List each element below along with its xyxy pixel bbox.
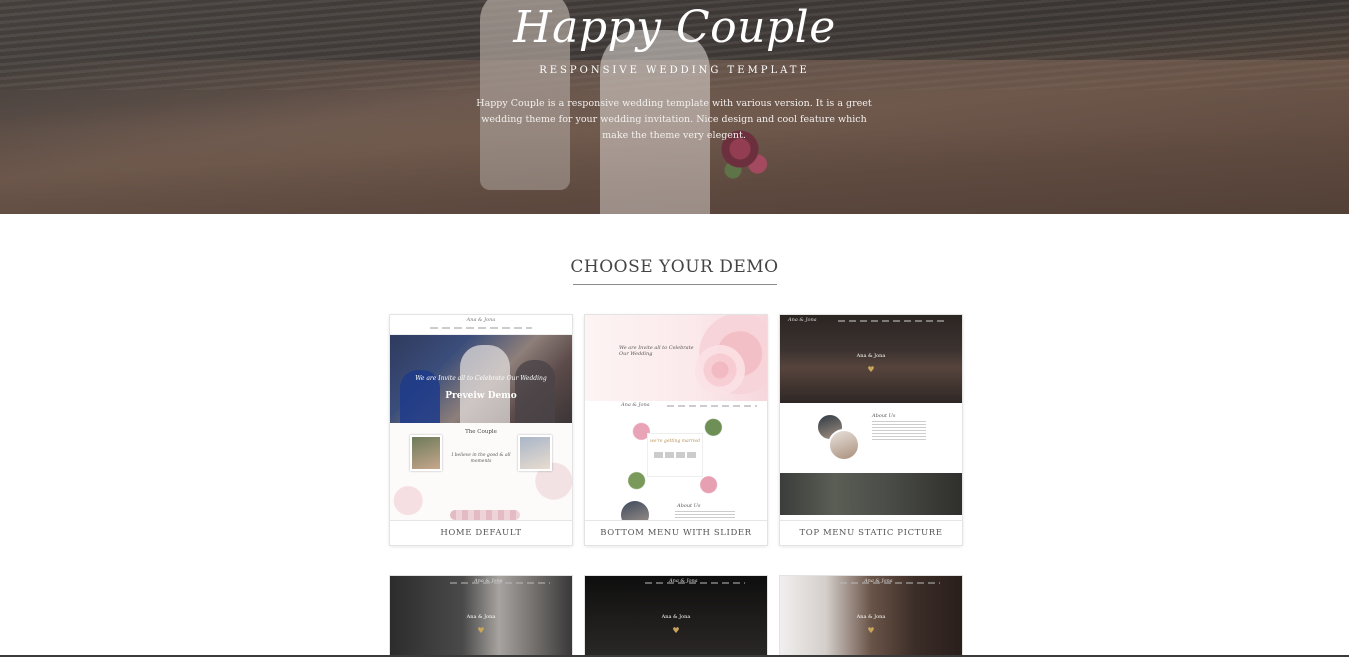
section-title-underline [573, 284, 777, 285]
thumbnail-about-title: About Us [677, 503, 701, 509]
thumbnail-couple-names: Ana & Jona [466, 614, 496, 620]
heart-icon: ♥ [672, 626, 680, 635]
thumbnail-couple-names: Ana & Jona [661, 614, 691, 620]
thumbnail-nav-links [430, 327, 532, 329]
demo-thumbnail[interactable]: Ana & Jona Ana & Jona ♥ About Us [780, 315, 962, 520]
thumbnail-quote: I believe in the good & all moments [451, 453, 511, 464]
demo-card-row2-3[interactable]: Ana & Jona Ana & Jona ♥ [780, 576, 962, 657]
thumbnail-slider: We are Invite all to Celebrate Our Weddi… [585, 315, 767, 401]
thumbnail-nav: Ana & Jona [585, 401, 767, 411]
heart-icon: ♥ [867, 365, 875, 374]
demo-card-row2-1[interactable]: Ana & Jona Ana & Jona ♥ [390, 576, 572, 657]
thumbnail-about-photo [621, 501, 649, 520]
thumbnail-nav-links [838, 320, 948, 322]
thumbnail-wreath: we're getting married [627, 415, 723, 497]
countdown-lines [654, 452, 698, 458]
heart-icon: ♥ [867, 626, 875, 635]
thumbnail-logo: Ana & Jona [621, 402, 650, 408]
preview-demo-button[interactable]: Preveiw Demo [390, 391, 572, 401]
thumbnail-hero-text: We are Invite all to Celebrate Our Weddi… [415, 375, 547, 382]
demo-label[interactable]: HOME DEFAULT [390, 520, 572, 545]
rose-image [695, 345, 745, 395]
thumbnail-logo: Ana & Jona [466, 317, 496, 323]
demo-thumbnail[interactable]: Ana & Jona We are Invite all to Celebrat… [390, 315, 572, 520]
thumbnail-gallery-strip [780, 473, 962, 515]
heart-icon: ♥ [477, 626, 485, 635]
demo-card-home-default[interactable]: Ana & Jona We are Invite all to Celebrat… [390, 315, 572, 545]
demo-card-row2-2[interactable]: Ana & Jona Ana & Jona ♥ [585, 576, 767, 657]
demo-card-bottom-menu-slider[interactable]: We are Invite all to Celebrate Our Weddi… [585, 315, 767, 545]
hero-description: Happy Couple is a responsive wedding tem… [476, 98, 872, 141]
section-title: CHOOSE YOUR DEMO [570, 257, 779, 277]
hero-subtitle: Responsive Wedding Template [539, 65, 810, 76]
thumbnail-hero-photo: We are Invite all to Celebrate Our Weddi… [390, 335, 572, 423]
thumbnail-nav-links [450, 582, 550, 584]
getting-married-text: we're getting married [649, 439, 701, 444]
demo-label[interactable]: BOTTOM MENU WITH SLIDER [585, 520, 767, 545]
thumbnail-bride-photo [518, 435, 552, 471]
hero-title: Happy Couple [513, 2, 836, 53]
thumbnail-nav-links [645, 582, 745, 584]
demo-card-top-menu-static[interactable]: Ana & Jona Ana & Jona ♥ About Us TOP MEN… [780, 315, 962, 545]
thumbnail-logo: Ana & Jona [788, 317, 817, 323]
about-photo-2 [828, 429, 860, 461]
photo-bride [460, 345, 510, 423]
thumbnail-bottom-flowers [450, 510, 520, 520]
wreath-card: we're getting married [647, 433, 703, 477]
thumbnail-slider-text: We are Invite all to Celebrate Our Weddi… [619, 345, 694, 357]
thumbnail-about-text [872, 421, 926, 441]
thumbnail-nav: Ana & Jona [390, 315, 572, 335]
thumbnail-hero-photo: Ana & Jona Ana & Jona ♥ [780, 315, 962, 403]
thumbnail-nav-links [840, 582, 940, 584]
thumbnail-couple-names: Ana & Jona [856, 353, 886, 359]
thumbnail-couple-names: Ana & Jona [856, 614, 886, 620]
demo-label[interactable]: TOP MENU STATIC PICTURE [780, 520, 962, 545]
thumbnail-about-title: About Us [872, 413, 896, 419]
thumbnail-nav-links [667, 405, 757, 407]
thumbnail-about-text [675, 511, 735, 520]
thumbnail-groom-photo [410, 435, 442, 471]
demo-thumbnail[interactable]: We are Invite all to Celebrate Our Weddi… [585, 315, 767, 520]
hero-banner: Happy Couple Responsive Wedding Template… [0, 0, 1349, 214]
